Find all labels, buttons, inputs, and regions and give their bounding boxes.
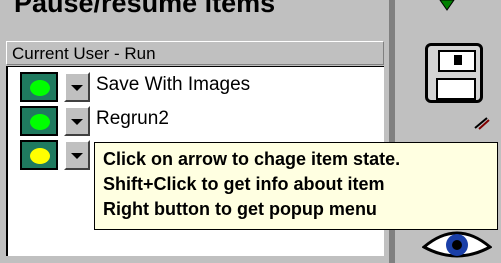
eye-pupil [452, 240, 462, 250]
pen-icon[interactable] [473, 116, 491, 130]
state-dropdown-button[interactable] [64, 140, 90, 170]
list-item[interactable]: Regrun2 [16, 103, 386, 137]
state-indicator-icon[interactable] [20, 106, 58, 136]
tooltip-line: Right button to get popup menu [103, 199, 377, 219]
state-dot [30, 114, 50, 130]
title-area: Pause/resume items [0, 0, 387, 38]
state-indicator-icon[interactable] [20, 140, 58, 170]
item-label: Regrun2 [96, 108, 169, 129]
state-dropdown-button[interactable] [64, 106, 90, 136]
state-dropdown-button[interactable] [64, 72, 90, 102]
eye-icon[interactable] [422, 225, 492, 261]
chevron-down-icon [71, 119, 83, 125]
arrow-icon[interactable] [438, 0, 456, 12]
floppy-shutter [438, 50, 476, 72]
floppy-disk-icon[interactable] [425, 43, 483, 103]
window-title: Pause/resume items [14, 0, 276, 18]
floppy-label [436, 78, 476, 100]
tooltip: Click on arrow to chage item state. Shif… [94, 142, 498, 230]
chevron-down-icon [71, 153, 83, 159]
list-item[interactable]: Save With Images [16, 69, 386, 103]
item-label: Save With Images [96, 74, 251, 95]
tooltip-line: Click on arrow to chage item state. [103, 149, 401, 169]
arrow-shape [439, 0, 455, 11]
list-header[interactable]: Current User - Run [6, 41, 384, 65]
tooltip-line: Shift+Click to get info about item [103, 174, 385, 194]
state-dot [30, 148, 50, 164]
state-dot [30, 80, 50, 96]
state-indicator-icon[interactable] [20, 72, 58, 102]
floppy-shutter-hole [454, 55, 462, 65]
chevron-down-icon [71, 85, 83, 91]
